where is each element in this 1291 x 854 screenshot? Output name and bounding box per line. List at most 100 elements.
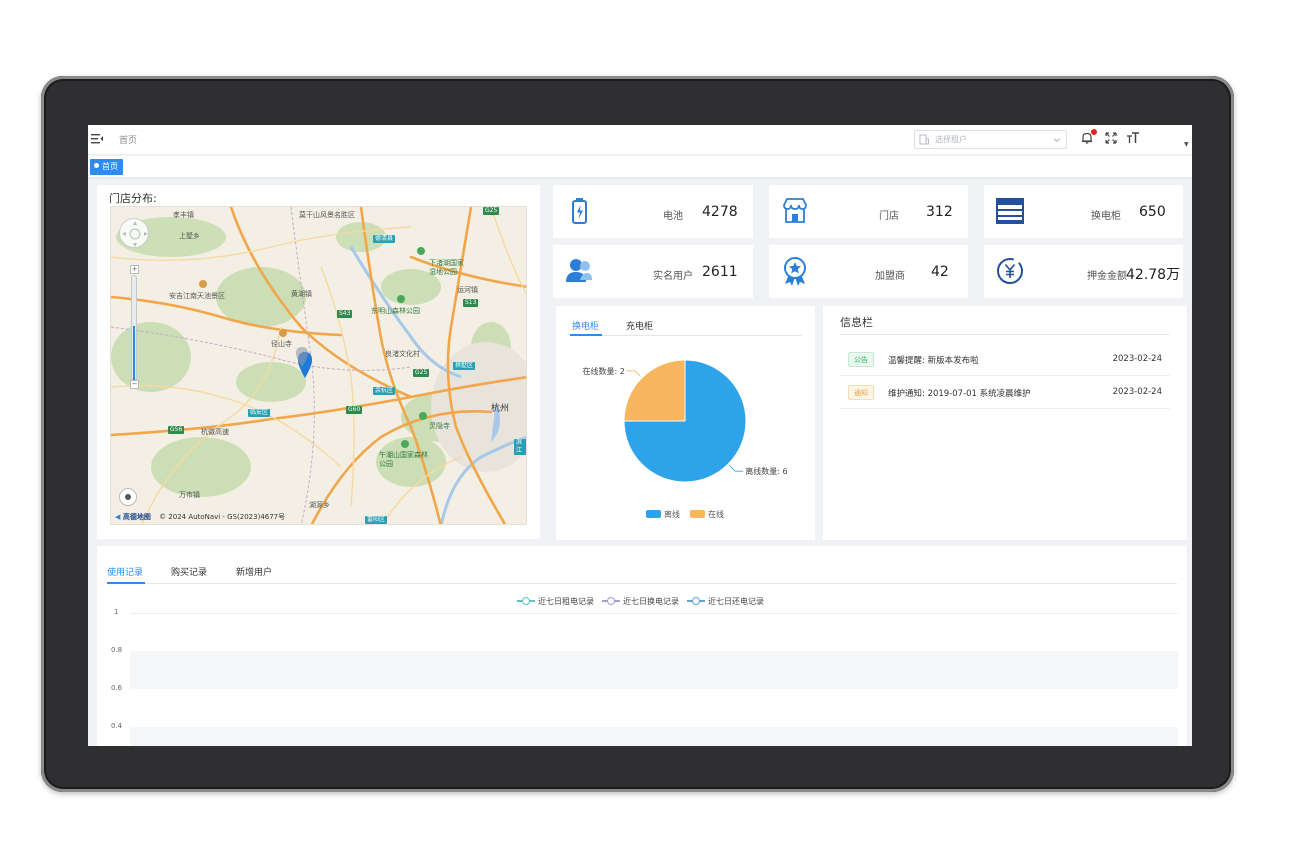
- pie-label-line: [626, 370, 641, 377]
- tab-usage-records[interactable]: 使用记录: [107, 565, 143, 578]
- grid-line: [130, 613, 1178, 614]
- poi-marker: [279, 329, 287, 337]
- store-map[interactable]: 孝丰镇 莫干山风景名胜区 德清县 上墅乡 下渚湖国家湿地公园 安吉江南天池景区 …: [110, 206, 527, 525]
- top-navbar: 首页 选择租户 ▼: [88, 125, 1192, 155]
- tags-view-bar: 首页: [88, 156, 1192, 178]
- grid-band: [130, 727, 1178, 746]
- notice-text: 温馨提醒: 新版本发布啦: [888, 356, 979, 366]
- map-label: 临安区: [248, 409, 271, 417]
- y-axis-tick: 1: [114, 608, 119, 616]
- stat-label: 换电柜: [1091, 211, 1121, 222]
- road-badge: S43: [337, 310, 353, 318]
- stat-value: 42.78万: [1126, 267, 1181, 283]
- pie-data-label: 在线数量: 2: [582, 366, 624, 376]
- stat-label: 门店: [879, 211, 899, 222]
- tab-charge-cabinet[interactable]: 充电柜: [626, 319, 653, 332]
- map-label: 灵隐寺: [429, 422, 450, 430]
- notice-item[interactable]: 通知 维护通知: 2019-07-01 系统凌晨维护 2023-02-24: [840, 376, 1170, 409]
- font-size-icon[interactable]: [1126, 131, 1140, 145]
- map-label: 东明山森林公园: [371, 307, 420, 315]
- pie-slice-在线[interactable]: [623, 359, 686, 422]
- stat-value: 2611: [702, 264, 738, 280]
- tab-new-users[interactable]: 新增用户: [236, 565, 272, 578]
- tab-swap-cabinet[interactable]: 换电柜: [572, 319, 599, 332]
- line-legend-item[interactable]: 近七日换电记录: [602, 596, 679, 607]
- map-label: 孝丰镇: [173, 211, 194, 219]
- stat-card-users: 实名用户 2611: [553, 245, 753, 298]
- tenant-select[interactable]: 选择租户: [914, 130, 1067, 149]
- legend-label: 近七日还电记录: [708, 597, 764, 606]
- legend-label: 近七日租电记录: [538, 597, 594, 606]
- map-label: 万市镇: [179, 491, 200, 499]
- legend-marker-icon: [687, 597, 705, 605]
- stat-card-cabinet: 换电柜 650: [984, 185, 1183, 238]
- stat-value: 650: [1139, 204, 1166, 220]
- legend-swatch: [646, 510, 661, 518]
- dropdown-caret-icon[interactable]: ▼: [1184, 141, 1189, 148]
- road-badge: G56: [168, 426, 185, 434]
- stat-label: 押金金额: [1087, 271, 1127, 282]
- poi-marker: [419, 412, 427, 420]
- map-label: 杭州: [491, 404, 510, 414]
- poi-marker: [401, 440, 409, 448]
- zoom-slider[interactable]: [131, 275, 137, 381]
- battery-icon: [572, 198, 587, 224]
- tab-active-indicator: [107, 582, 145, 584]
- notice-date: 2023-02-24: [1112, 354, 1162, 364]
- map-label: 安吉江南天池景区: [169, 292, 225, 300]
- stat-value: 4278: [702, 204, 738, 220]
- cabinet-status-card: 换电柜 充电柜 离线数量: 6 在线数量: 2 离线 在线: [556, 306, 815, 540]
- tab-purchase-records[interactable]: 购买记录: [171, 565, 207, 578]
- map-pan-control[interactable]: [119, 218, 149, 248]
- cabinet-tabs: 换电柜 充电柜: [570, 317, 802, 336]
- amap-logo: ◀ 高德地图: [115, 513, 151, 521]
- notice-item[interactable]: 公告 温馨提醒: 新版本发布啦 2023-02-24: [840, 343, 1170, 376]
- yen-icon: [997, 258, 1023, 284]
- map-label: 杭徽高速: [201, 428, 229, 436]
- locate-button[interactable]: [119, 488, 137, 506]
- map-attribution: ◀ 高德地图 © 2024 AutoNavi - GS(2023)4677号: [115, 512, 285, 522]
- stat-label: 加盟商: [875, 271, 905, 282]
- legend-item[interactable]: 离线: [646, 509, 680, 520]
- zoom-out-button[interactable]: −: [130, 380, 139, 389]
- stat-label: 电池: [663, 211, 683, 222]
- line-legend-item[interactable]: 近七日还电记录: [687, 596, 764, 607]
- legend-marker-icon: [602, 597, 620, 605]
- grid-band: [130, 651, 1178, 689]
- active-dot-icon: [94, 163, 99, 168]
- legend-item[interactable]: 在线: [690, 509, 724, 520]
- y-axis-tick: 0.6: [111, 684, 123, 692]
- store-location-pin-icon[interactable]: [295, 347, 309, 369]
- breadcrumb[interactable]: 首页: [119, 133, 137, 146]
- menu-fold-icon[interactable]: [91, 133, 103, 145]
- fullscreen-icon[interactable]: [1104, 131, 1118, 145]
- map-title: 门店分布:: [109, 192, 157, 205]
- map-copyright: © 2024 AutoNavi - GS(2023)4677号: [159, 513, 286, 521]
- map-label: 运河镇: [457, 286, 478, 294]
- pie-data-label: 离线数量: 6: [745, 466, 787, 476]
- notice-badge: 通知: [848, 385, 874, 400]
- map-label: 富阳区: [365, 516, 388, 524]
- y-axis-tick: 0.4: [111, 722, 123, 730]
- zoom-in-button[interactable]: +: [130, 265, 139, 274]
- stat-card-deposit: 押金金额 42.78万: [984, 245, 1183, 298]
- line-legend-item[interactable]: 近七日租电记录: [517, 596, 594, 607]
- stat-label: 实名用户: [653, 271, 693, 282]
- store-icon: [783, 198, 807, 223]
- legend-swatch: [690, 510, 705, 518]
- records-tabs: 使用记录 购买记录 新增用户: [107, 562, 1177, 584]
- tag-home[interactable]: 首页: [90, 159, 123, 175]
- notice-text: 维护通知: 2019-07-01 系统凌晨维护: [888, 389, 1031, 399]
- divider: [840, 334, 1170, 335]
- tag-label: 首页: [102, 162, 118, 171]
- map-label: 上墅乡: [179, 232, 200, 240]
- cabinet-pie-chart: 离线数量: 6 在线数量: 2: [582, 359, 788, 483]
- road-badge: G25: [413, 369, 430, 377]
- road-badge: G25: [483, 207, 500, 215]
- stat-card-franchisee: 加盟商 42: [769, 245, 968, 298]
- y-axis-tick: 0.8: [111, 646, 123, 654]
- building-icon: [919, 134, 929, 145]
- pie-label-line: [729, 465, 744, 472]
- legend-label: 近七日换电记录: [623, 597, 679, 606]
- chevron-down-icon: [1053, 138, 1061, 143]
